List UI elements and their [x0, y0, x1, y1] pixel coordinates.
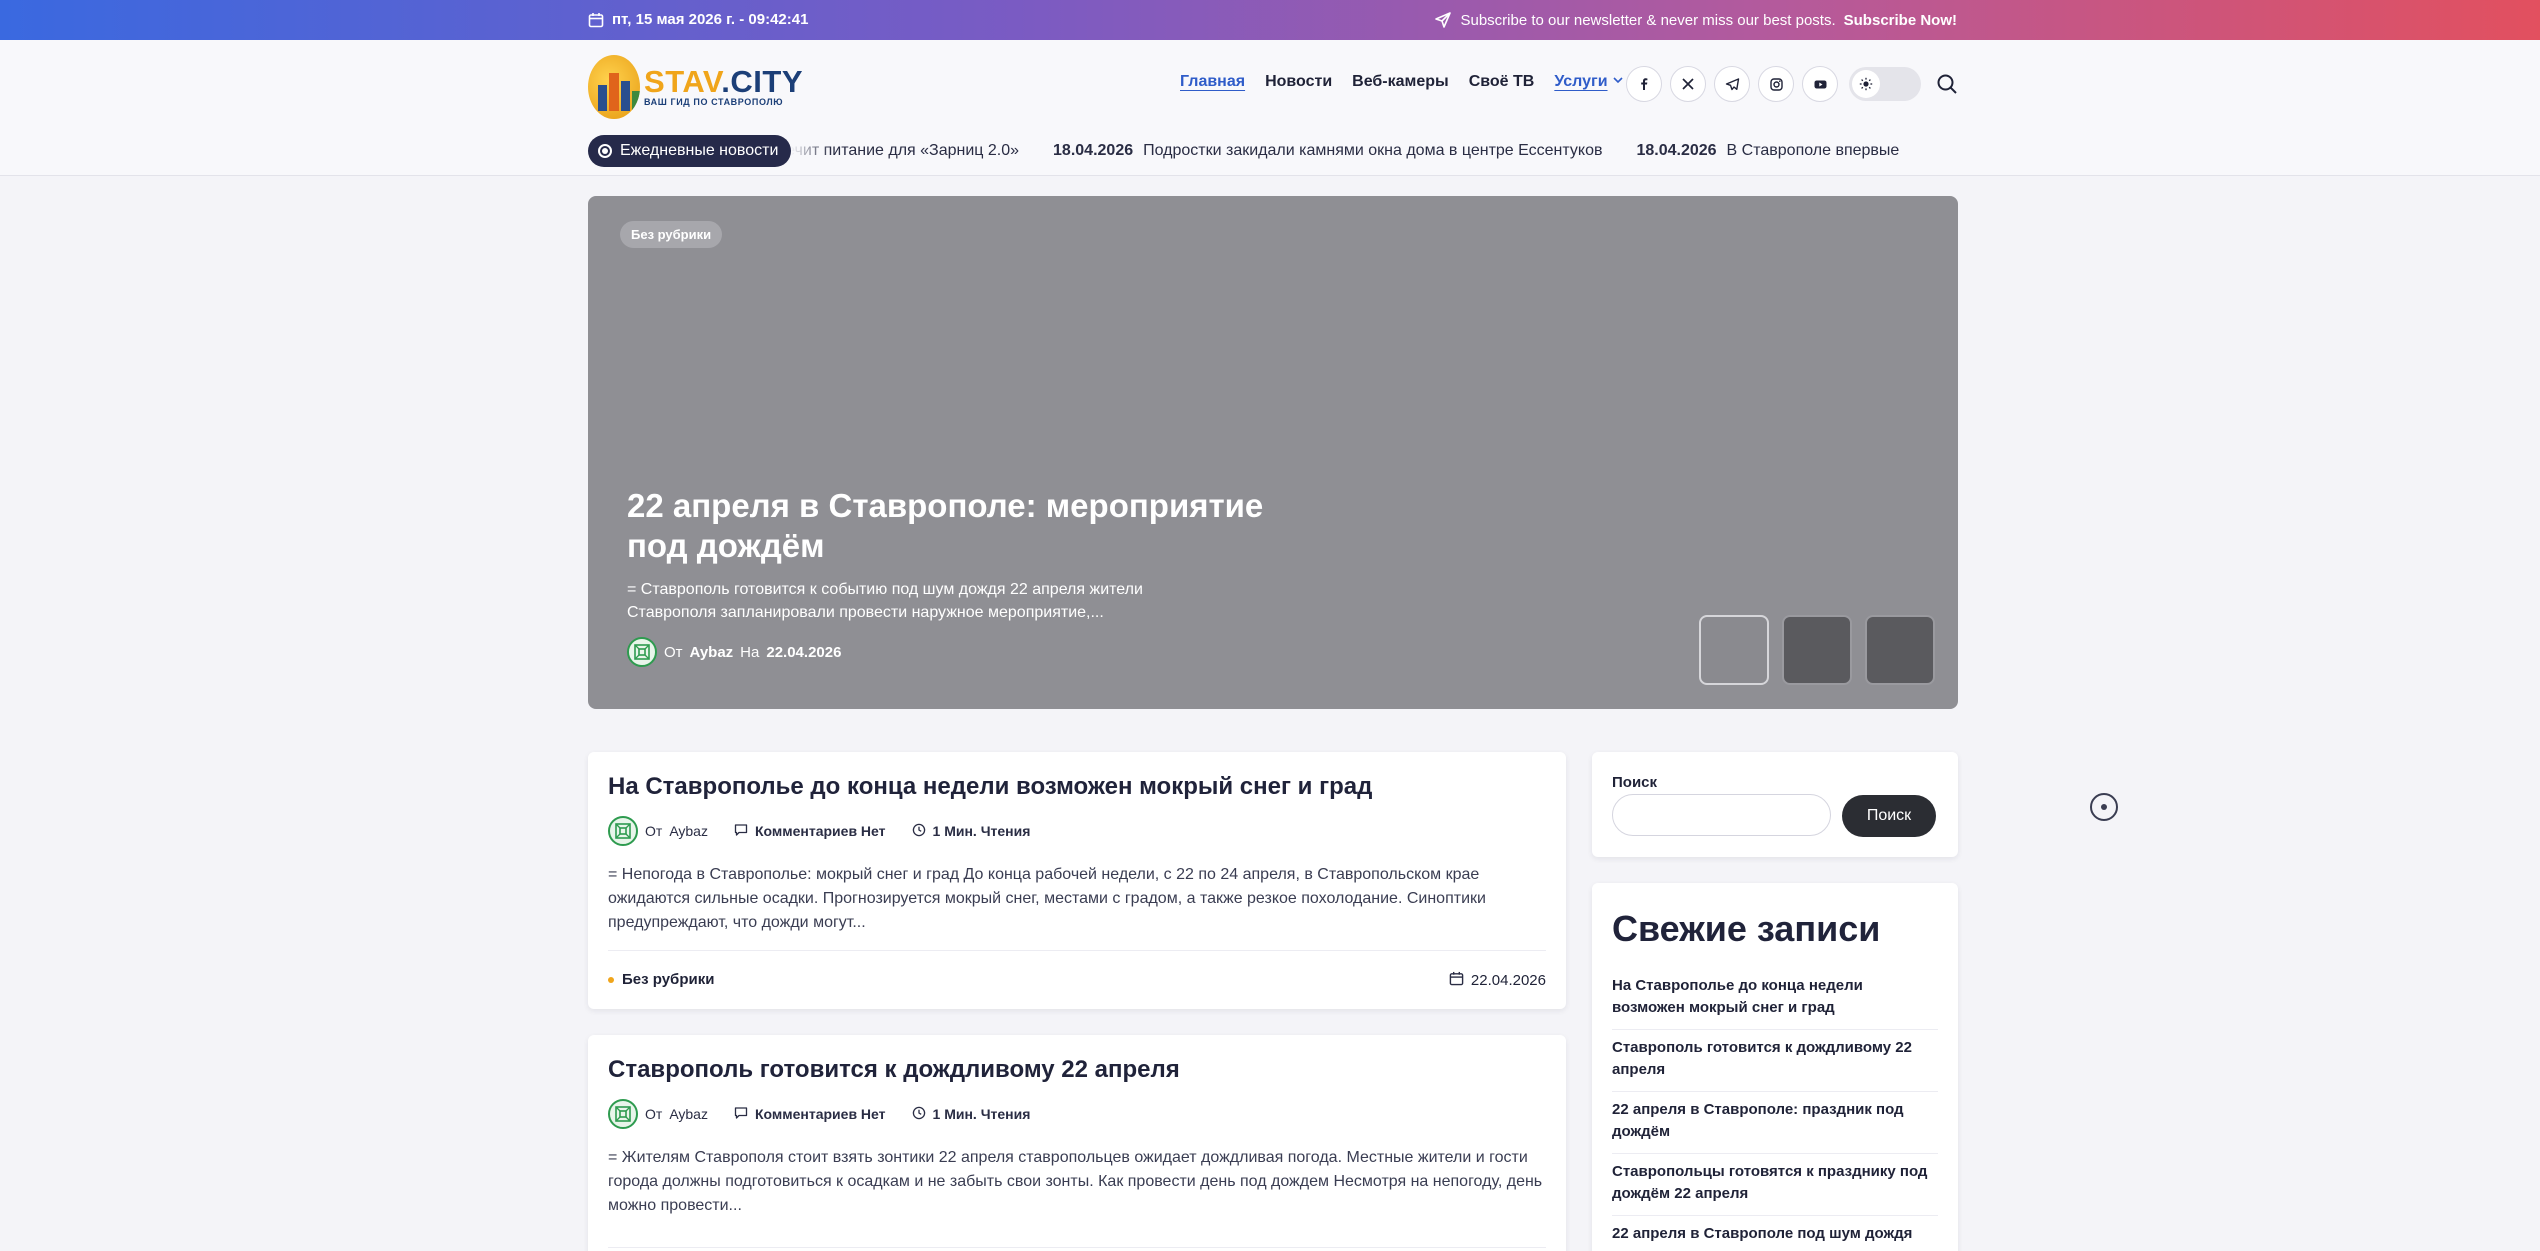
- recent-title: Свежие записи: [1612, 908, 1881, 949]
- recent-list: На Ставрополье до конца недели возможен …: [1612, 975, 1938, 1251]
- post-comments[interactable]: Комментариев Нет: [755, 823, 886, 839]
- nav-own-tv[interactable]: Своё ТВ: [1469, 73, 1535, 91]
- list-item[interactable]: Ставрополь готовится к дождливому 22 апр…: [1612, 1030, 1938, 1092]
- ticker-item-date: 18.04.2026: [1636, 142, 1717, 159]
- current-date: пт, 15 мая 2026 г. - 09:42:41: [588, 11, 808, 28]
- post-author[interactable]: Aybaz: [669, 823, 708, 839]
- list-item[interactable]: 22 апреля в Ставрополе под шум дождя: [1612, 1216, 1938, 1251]
- telegram-icon[interactable]: [1714, 66, 1750, 102]
- slider-thumbnails: [1699, 615, 1935, 685]
- calendar-icon: [588, 12, 604, 28]
- send-icon: [1434, 11, 1452, 29]
- list-item[interactable]: 22 апреля в Ставрополе: праздник под дож…: [1612, 1092, 1938, 1154]
- post-category[interactable]: Без рубрики: [608, 971, 714, 988]
- post-date: 22.04.2026: [1449, 971, 1546, 990]
- post-by: От: [645, 823, 663, 839]
- nav-home[interactable]: Главная: [1180, 73, 1245, 91]
- slide-thumb[interactable]: [1699, 615, 1769, 685]
- post-card: На Ставрополье до конца недели возможен …: [588, 752, 1566, 1009]
- newsletter-text: Subscribe to our newsletter & never miss…: [1460, 11, 1836, 29]
- slide-thumb[interactable]: [1865, 615, 1935, 685]
- slide-thumb[interactable]: [1782, 615, 1852, 685]
- site-logo[interactable]: STAV.CITY ВАШ ГИД ПО СТАВРОПОЛЮ: [588, 52, 803, 122]
- post-title[interactable]: На Ставрополье до конца недели возможен …: [608, 773, 1372, 801]
- post-read-time: 1 Мин. Чтения: [932, 823, 1031, 839]
- ticker-item-text: Подростки закидали камнями окна дома в ц…: [1143, 142, 1603, 159]
- clock-icon: [912, 823, 926, 840]
- search-icon[interactable]: [1933, 70, 1961, 98]
- live-dot-icon: [598, 144, 612, 158]
- nav-webcams[interactable]: Веб-камеры: [1352, 73, 1449, 91]
- post-date-text: 22.04.2026: [1470, 972, 1546, 989]
- ticker-badge-label: Ежедневные новости: [620, 142, 779, 159]
- post-meta: От Aybaz Комментариев Нет 1 Мин. Чтения: [608, 1099, 1030, 1129]
- ticker-badge: Ежедневные новости: [588, 135, 792, 167]
- main-nav: Главная Новости Веб-камеры Своё ТВ Услуг…: [1180, 73, 1624, 91]
- list-item[interactable]: На Ставрополье до конца недели возможен …: [1612, 975, 1938, 1030]
- sun-icon: [1852, 70, 1880, 98]
- post-meta: От Aybaz Комментариев Нет 1 Мин. Чтения: [608, 816, 1030, 846]
- post-comments[interactable]: Комментариев Нет: [755, 1106, 886, 1122]
- author-avatar[interactable]: [608, 1099, 638, 1129]
- post-excerpt: = Жителям Ставрополя стоит взять зонтики…: [608, 1149, 1543, 1214]
- search-label: Поиск: [1612, 774, 1658, 791]
- logo-brand-b: .CITY: [721, 64, 803, 99]
- calendar-icon: [1449, 971, 1464, 990]
- hero-author[interactable]: Aybaz: [690, 644, 734, 661]
- hero-by: От: [664, 643, 683, 661]
- logo-tagline: ВАШ ГИД ПО СТАВРОПОЛЮ: [644, 97, 784, 107]
- top-bar: пт, 15 мая 2026 г. - 09:42:41 Subscribe …: [0, 0, 2540, 40]
- post-category-label: Без рубрики: [622, 971, 715, 988]
- author-avatar[interactable]: [608, 816, 638, 846]
- chevron-down-icon: [1612, 73, 1624, 91]
- sidebar-recent-widget: Свежие записи На Ставрополье до конца не…: [1592, 883, 1958, 1251]
- facebook-icon[interactable]: [1626, 66, 1662, 102]
- comment-icon: [734, 823, 748, 840]
- youtube-icon[interactable]: [1802, 66, 1838, 102]
- post-excerpt: = Непогода в Ставрополье: мокрый снег и …: [608, 866, 1486, 931]
- hero-category-badge[interactable]: Без рубрики: [620, 221, 723, 248]
- logo-brand-a: STAV: [644, 64, 722, 99]
- site-header: STAV.CITY ВАШ ГИД ПО СТАВРОПОЛЮ Главная …: [0, 40, 2540, 176]
- post-author[interactable]: Aybaz: [669, 1106, 708, 1122]
- nav-services[interactable]: Услуги: [1554, 73, 1623, 91]
- search-button[interactable]: Поиск: [1842, 795, 1936, 837]
- social-links: [1626, 66, 1838, 102]
- hero-title[interactable]: 22 апреля в Ставрополе: мероприятие под …: [627, 486, 1327, 566]
- hero-slider[interactable]: Без рубрики 22 апреля в Ставрополе: меро…: [588, 196, 1958, 709]
- logo-emblem: [588, 55, 641, 119]
- post-card: Ставрополь готовится к дождливому 22 апр…: [588, 1035, 1566, 1251]
- hero-meta: От Aybaz На 22.04.2026: [627, 637, 841, 667]
- news-ticker: Ежедневные новости е обеспечит питание д…: [588, 135, 1958, 167]
- post-by: От: [645, 1106, 663, 1122]
- clock-icon: [912, 1106, 926, 1123]
- hero-on: На: [740, 643, 760, 661]
- sidebar-search-widget: Поиск Поиск: [1592, 752, 1958, 857]
- newsletter-promo: Subscribe to our newsletter & never miss…: [1434, 11, 1957, 29]
- search-input[interactable]: [1612, 794, 1831, 836]
- x-icon[interactable]: [1670, 66, 1706, 102]
- cursor-indicator-icon: [2090, 793, 2118, 821]
- author-avatar[interactable]: [627, 637, 657, 667]
- post-read-time: 1 Мин. Чтения: [932, 1106, 1031, 1122]
- instagram-icon[interactable]: [1758, 66, 1794, 102]
- comment-icon: [734, 1106, 748, 1123]
- ticker-item-text: В Ставрополе впервые: [1726, 142, 1900, 159]
- list-item[interactable]: Ставропольцы готовятся к празднику под д…: [1612, 1154, 1938, 1216]
- hero-date: 22.04.2026: [766, 643, 842, 661]
- ticker-item-date: 18.04.2026: [1053, 142, 1134, 159]
- ticker-item[interactable]: 18.04.2026 В Ставрополе впервые: [1636, 142, 1899, 160]
- nav-news[interactable]: Новости: [1265, 73, 1332, 91]
- subscribe-link[interactable]: Subscribe Now!: [1844, 12, 1957, 29]
- date-text: пт, 15 мая 2026 г. - 09:42:41: [612, 11, 809, 28]
- ticker-item[interactable]: 18.04.2026 Подростки закидали камнями окн…: [1053, 142, 1602, 160]
- theme-toggle[interactable]: [1849, 67, 1921, 101]
- nav-services-label: Услуги: [1554, 73, 1608, 90]
- post-title[interactable]: Ставрополь готовится к дождливому 22 апр…: [608, 1056, 1180, 1084]
- hero-excerpt: = Ставрополь готовится к событию под шум…: [627, 581, 1143, 621]
